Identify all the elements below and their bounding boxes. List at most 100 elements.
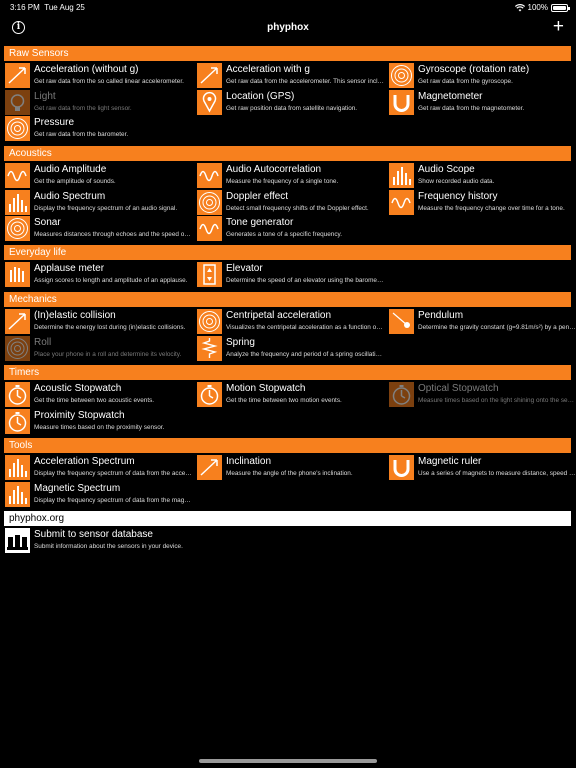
section-header: Everyday life [4, 245, 571, 260]
acoustic-stopwatch-icon [5, 382, 30, 407]
experiment-title: Audio Autocorrelation [226, 164, 322, 175]
location-icon [197, 89, 222, 115]
frequency-history-icon [389, 189, 414, 215]
speaker-icon [197, 216, 222, 241]
experiment-title: Acceleration with g [226, 64, 310, 75]
clapping-hands-icon [5, 262, 30, 287]
experiment-title: Gyroscope (rotation rate) [418, 64, 530, 75]
waveform-icon [5, 163, 30, 188]
experiment-title: Pendulum [418, 310, 464, 321]
experiment-description: Get raw data from the so called linear a… [34, 78, 184, 85]
experiment-item[interactable]: Optical Stopwatch Measure times based on … [389, 382, 576, 407]
experiment-title: Submit to sensor database [34, 529, 153, 540]
experiment-item[interactable]: Acceleration (without g) Get raw data fro… [5, 63, 190, 88]
experiment-item[interactable]: Magnetometer Get raw data from the magnet… [389, 89, 574, 115]
experiment-item[interactable]: Acceleration Spectrum Display the frequen… [5, 455, 192, 480]
experiment-item[interactable]: Submit to sensor database Submit informat… [5, 528, 190, 553]
experiment-item[interactable]: Centripetal acceleration Visualizes the c… [197, 309, 384, 334]
experiment-item[interactable]: Inclination Measure the angle of the phon… [197, 455, 382, 480]
audio-scope-icon [389, 163, 414, 188]
experiment-title: Frequency history [418, 190, 498, 202]
experiment-item[interactable]: Gyroscope (rotation rate) Get raw data fr… [389, 63, 574, 88]
experiment-title: Audio Spectrum [34, 190, 106, 202]
experiment-item[interactable]: Pendulum Determine the gravity constant (… [389, 309, 576, 334]
section-header: Acoustics [4, 146, 571, 161]
experiment-title: Location (GPS) [226, 90, 295, 102]
experiment-description: Measure times based on the light shining… [418, 397, 576, 404]
section-header: Mechanics [4, 292, 571, 307]
experiment-title: Magnetometer [418, 90, 483, 102]
experiment-item[interactable]: Acoustic Stopwatch Get the time between t… [5, 382, 190, 407]
experiment-item[interactable]: Light Get raw data from the light sensor. [5, 89, 190, 115]
autocorrelation-icon [197, 163, 222, 188]
experiment-item[interactable]: Doppler effect Detect small frequency shi… [197, 189, 382, 215]
battery-percent: 100% [527, 3, 548, 12]
experiment-description: Get raw data from the barometer. [34, 131, 129, 138]
experiment-title: Audio Scope [418, 164, 475, 175]
experiment-item[interactable]: Location (GPS) Get raw position data from… [197, 89, 382, 115]
status-bar: 3:16 PM Tue Aug 25 100% [0, 0, 576, 14]
pressure-gauge-icon [5, 116, 30, 141]
experiment-item[interactable]: Applause meter Assign scores to length an… [5, 262, 190, 287]
experiment-title: Optical Stopwatch [418, 383, 499, 394]
optical-stopwatch-icon [389, 382, 414, 407]
experiment-description: Get raw data from the gyroscope. [418, 78, 513, 85]
experiment-item[interactable]: Frequency history Measure the frequency c… [389, 189, 574, 215]
home-indicator[interactable] [199, 759, 377, 763]
experiment-description: Measures distances through echoes and th… [34, 231, 192, 238]
acceleration-with-g-icon [197, 63, 222, 88]
experiment-title: Applause meter [34, 263, 105, 274]
experiment-description: Get raw data from the magnetometer. [418, 104, 525, 112]
section-header: Raw Sensors [4, 46, 571, 61]
experiment-item[interactable]: Motion Stopwatch Get the time between two… [197, 382, 382, 407]
experiment-description: Submit information about the sensors in … [34, 543, 183, 550]
experiment-item[interactable]: (In)elastic collision Determine the energ… [5, 309, 190, 334]
experiment-item[interactable]: Elevator Determine the speed of an elevat… [197, 262, 384, 287]
experiment-title: Magnetic ruler [418, 456, 482, 467]
add-experiment-button[interactable]: + [553, 17, 564, 36]
experiment-item[interactable]: Acceleration with g Get raw data from the… [197, 63, 384, 88]
experiment-description: Determine the energy lost during (in)ela… [34, 324, 186, 331]
experiment-title: Doppler effect [226, 190, 289, 202]
experiment-title: Motion Stopwatch [226, 383, 306, 394]
experiment-description: Display the frequency spectrum of data f… [34, 496, 192, 504]
experiment-description: Get raw data from the accelerometer. Thi… [226, 78, 384, 85]
magnetic-spectrum-icon [5, 481, 30, 507]
experiment-description: Measure the frequency change over time f… [418, 204, 565, 212]
wifi-icon [514, 3, 525, 11]
status-time: 3:16 PM Tue Aug 25 [10, 3, 85, 12]
experiment-description: Use a series of magnets to measure dista… [418, 470, 576, 477]
experiment-item[interactable]: Magnetic ruler Use a series of magnets to… [389, 455, 576, 480]
inclination-icon [197, 455, 222, 480]
gyroscope-icon [389, 63, 414, 88]
magnet-icon [389, 89, 414, 115]
section-header: Tools [4, 438, 571, 453]
experiment-item[interactable]: Magnetic Spectrum Display the frequency s… [5, 481, 192, 507]
experiment-item[interactable]: Audio Scope Show recorded audio data. [389, 163, 574, 188]
experiment-title: Elevator [226, 263, 263, 274]
spring-icon [197, 335, 222, 361]
acceleration-spectrum-icon [5, 455, 30, 480]
page-title: phyphox [267, 22, 309, 33]
experiment-item[interactable]: Spring Analyze the frequency and period o… [197, 335, 384, 361]
experiment-title: (In)elastic collision [34, 310, 116, 321]
experiment-description: Get raw data from the light sensor. [34, 104, 132, 112]
experiment-item[interactable]: Audio Autocorrelation Measure the frequen… [197, 163, 382, 188]
experiment-description: Display the frequency spectrum of data f… [34, 470, 192, 477]
experiment-item[interactable]: Audio Amplitude Get the amplitude of soun… [5, 163, 190, 188]
roll-icon [5, 335, 30, 361]
experiment-item[interactable]: Roll Place your phone in a roll and deter… [5, 335, 190, 361]
experiment-item[interactable]: Tone generator Generates a tone of a spec… [197, 216, 382, 241]
doppler-icon [197, 189, 222, 215]
experiment-description: Determine the gravity constant (g=9.81m/… [418, 324, 576, 331]
centripetal-icon [197, 309, 222, 334]
experiment-description: Display the frequency spectrum of an aud… [34, 204, 178, 212]
experiment-item[interactable]: Pressure Get raw data from the barometer. [5, 116, 190, 141]
experiment-item[interactable]: Sonar Measures distances through echoes a… [5, 216, 192, 241]
sonar-icon [5, 216, 30, 241]
experiment-item[interactable]: Proximity Stopwatch Measure times based o… [5, 408, 190, 434]
experiment-item[interactable]: Audio Spectrum Display the frequency spec… [5, 189, 190, 215]
battery-icon [551, 3, 570, 12]
experiment-title: Sonar [34, 217, 61, 228]
experiment-description: Measure the frequency of a single tone. [226, 178, 339, 185]
